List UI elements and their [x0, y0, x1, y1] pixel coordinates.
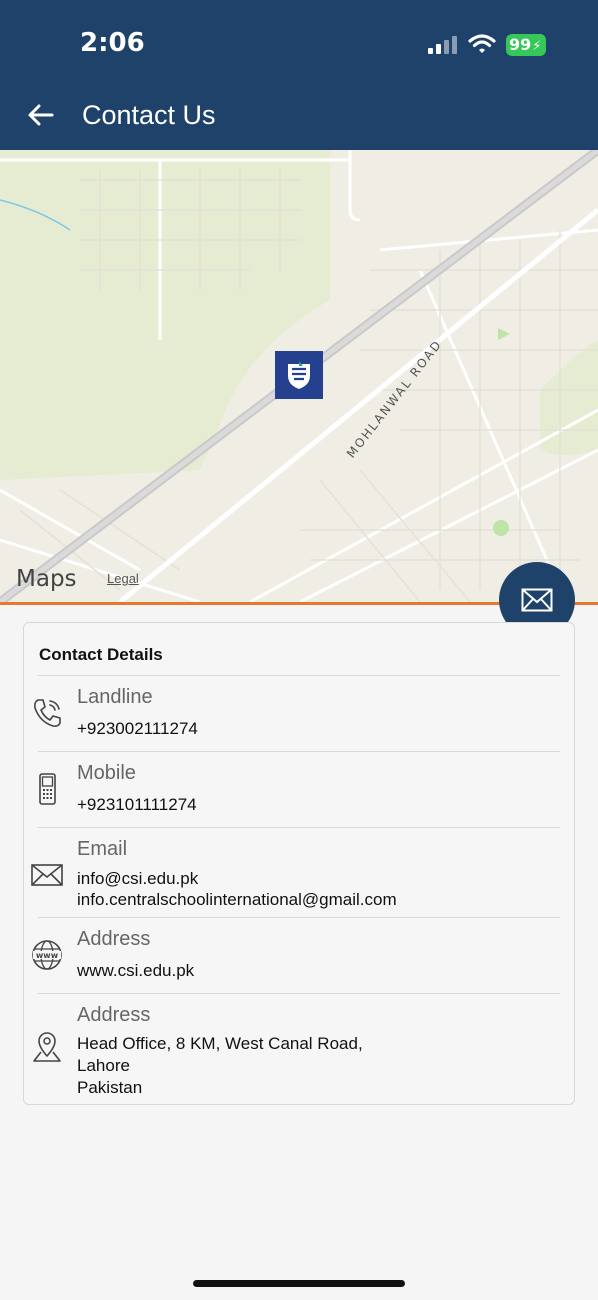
- status-time: 2:06: [80, 28, 145, 58]
- email-address[interactable]: info@csi.edu.pk: [77, 868, 198, 890]
- contact-row-mobile[interactable]: Mobile +923101111274: [38, 751, 560, 827]
- battery-level: 99: [509, 35, 532, 54]
- landline-number[interactable]: +923002111274: [77, 718, 198, 740]
- email-address[interactable]: info.centralschoolinternational@gmail.co…: [77, 889, 397, 911]
- maps-brand: Maps: [16, 566, 77, 592]
- contact-row-email[interactable]: Email info@csi.edu.pk info.centralschool…: [31, 827, 560, 917]
- svg-text:www: www: [36, 951, 59, 960]
- address-line[interactable]: Pakistan: [77, 1077, 142, 1099]
- row-label: Address: [77, 1004, 151, 1026]
- mobile-phone-icon: [39, 773, 56, 805]
- row-label: Email: [77, 838, 128, 860]
- row-label: Mobile: [77, 762, 136, 784]
- app-header: 2:06 99⚡ Contact Us: [0, 0, 598, 150]
- battery-icon: 99⚡: [506, 34, 546, 56]
- address-line[interactable]: Lahore: [77, 1055, 130, 1077]
- school-logo-icon: [288, 361, 310, 389]
- mobile-number[interactable]: +923101111274: [77, 794, 197, 816]
- contact-row-landline[interactable]: Landline +923002111274: [34, 675, 560, 751]
- wifi-icon: [468, 34, 496, 53]
- school-map-marker[interactable]: [275, 351, 323, 399]
- envelope-icon: [521, 588, 553, 612]
- row-label: Landline: [77, 686, 153, 708]
- home-indicator[interactable]: [193, 1280, 405, 1287]
- location-pin-icon: [33, 1032, 61, 1062]
- row-label: Address: [77, 928, 151, 950]
- address-line[interactable]: Head Office, 8 KM, West Canal Road,: [77, 1033, 363, 1055]
- back-button[interactable]: [24, 98, 58, 132]
- apple-maps-logo: Maps: [16, 566, 77, 592]
- page-title: Contact Us: [82, 100, 216, 130]
- globe-www-icon: www: [32, 940, 62, 970]
- back-arrow-icon: [28, 104, 54, 126]
- card-title: Contact Details: [39, 645, 163, 664]
- contact-row-address[interactable]: Address Head Office, 8 KM, West Canal Ro…: [33, 993, 560, 1104]
- phone-icon: [34, 699, 61, 727]
- cellular-signal-icon: [428, 34, 460, 54]
- website-url[interactable]: www.csi.edu.pk: [77, 960, 194, 982]
- contact-row-website[interactable]: www Address www.csi.edu.pk: [32, 917, 560, 993]
- legal-link[interactable]: Legal: [107, 571, 139, 586]
- contact-details-card: Contact Details Landline +923002111274 M…: [23, 622, 575, 1105]
- envelope-icon: [31, 864, 63, 886]
